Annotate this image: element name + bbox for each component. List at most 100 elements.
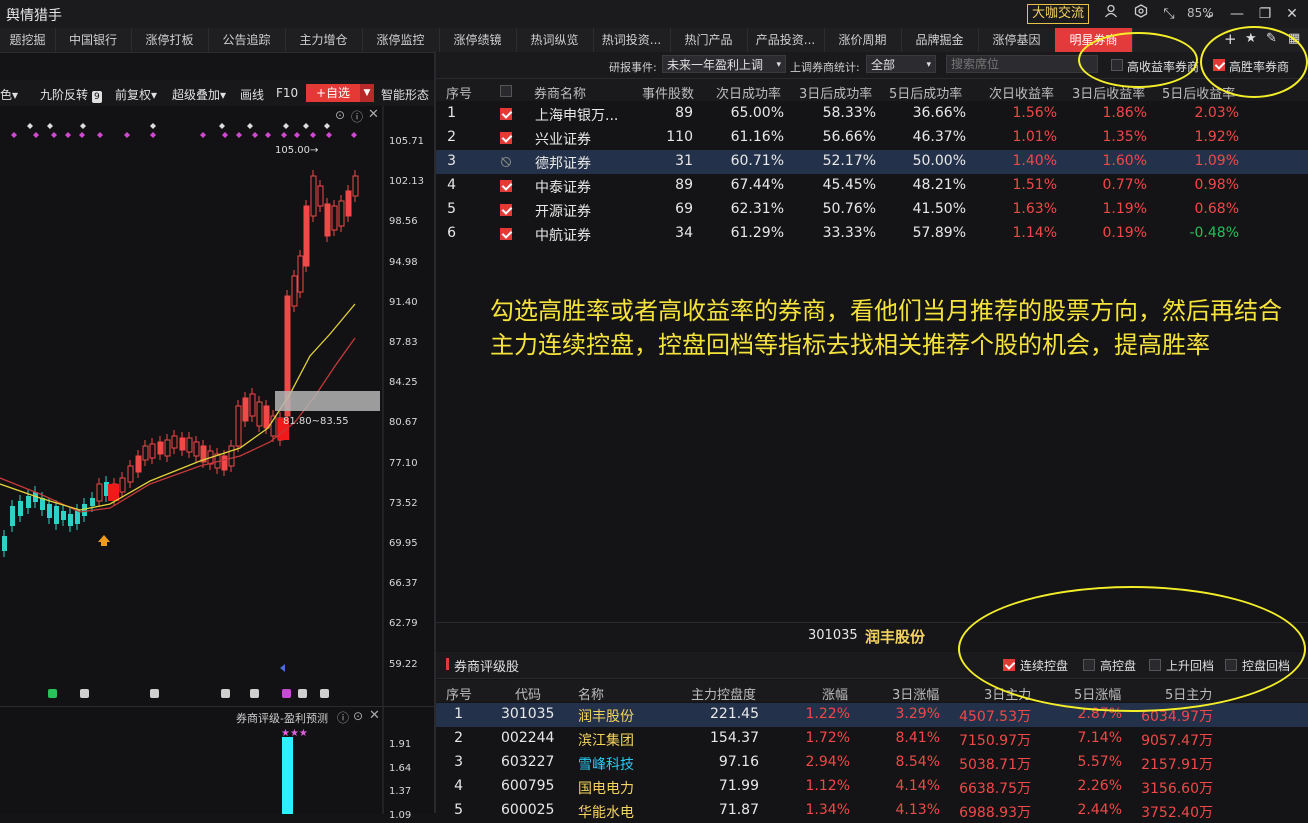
broker-row-checkbox[interactable]	[500, 204, 512, 216]
broker-row-checkbox[interactable]	[500, 156, 512, 168]
event-marker-icon[interactable]	[282, 689, 291, 698]
close-icon[interactable]: ✕	[1282, 4, 1302, 24]
nine-reversal-button[interactable]: 九阶反转 9	[40, 86, 102, 103]
overlay-menu-label: 超级叠加	[172, 88, 221, 102]
candle	[61, 511, 66, 520]
f10-button[interactable]: F10	[276, 86, 298, 100]
event-marker-icon[interactable]	[80, 689, 89, 698]
broker-cell-r5: -0.48%	[1189, 225, 1239, 241]
stock-col-4[interactable]: 涨幅	[822, 684, 848, 703]
shrink-icon[interactable]: ⤡	[1159, 4, 1179, 24]
broker-col-3[interactable]: 事件股数	[642, 83, 694, 102]
candle	[249, 393, 256, 417]
tab-7[interactable]: 热词纵览	[516, 28, 594, 52]
signal-dot	[51, 132, 57, 138]
chart-close-icon[interactable]: ✕	[368, 107, 379, 122]
user-icon[interactable]	[1101, 4, 1121, 24]
candle	[10, 506, 15, 526]
settings-icon[interactable]	[1131, 4, 1151, 24]
candle	[263, 405, 270, 429]
broker-col-2[interactable]: 券商名称	[534, 83, 586, 102]
candle	[47, 504, 52, 518]
shield-icon: 9	[91, 91, 102, 103]
broker-cell-count: 89	[675, 177, 693, 193]
event-marker-icon[interactable]	[320, 689, 329, 698]
smart-pattern-button[interactable]: 智能形态	[381, 86, 429, 103]
draw-line-button[interactable]: 画线	[240, 86, 264, 103]
broker-cell-r1: 1.63%	[1012, 201, 1057, 217]
tab-2[interactable]: 涨停打板	[131, 28, 209, 52]
stock-cell-chg3: 8.54%	[895, 754, 940, 770]
price-tick: 102.13	[389, 176, 424, 188]
broker-col-6[interactable]: 5日后成功率	[889, 83, 962, 102]
restore-icon[interactable]: ❐	[1255, 4, 1275, 24]
stock-col-5[interactable]: 3日涨幅	[892, 684, 939, 703]
tab-12[interactable]: 品牌掘金	[901, 28, 979, 52]
tab-11[interactable]: 涨价周期	[824, 28, 902, 52]
select-all-checkbox[interactable]	[500, 85, 512, 97]
event-marker-icon[interactable]	[298, 689, 307, 698]
broker-col-4[interactable]: 次日成功率	[716, 83, 781, 102]
adjust-menu[interactable]: 前复权▾	[115, 86, 157, 103]
broker-cell-r3: 0.19%	[1102, 225, 1147, 241]
overlay-menu[interactable]: 超级叠加▾	[172, 86, 226, 103]
signal-dot	[265, 132, 271, 138]
stock-cell-chg3: 3.29%	[895, 706, 940, 722]
candle	[2, 536, 7, 551]
add-favorite-button[interactable]: +自选	[306, 84, 360, 102]
signal-dot	[281, 132, 287, 138]
signal-dot	[200, 132, 206, 138]
signal-dot	[324, 123, 330, 129]
tab-4[interactable]: 主力增仓	[285, 28, 363, 52]
stock-col-3[interactable]: 主力控盘度	[691, 684, 756, 703]
event-marker-icon[interactable]	[221, 689, 230, 698]
candle	[303, 205, 310, 267]
chevron-down-icon[interactable]: ⌄	[1199, 4, 1219, 24]
seat-search-input[interactable]	[946, 55, 1098, 73]
broker-col-5[interactable]: 3日后成功率	[799, 83, 872, 102]
rated-stock-title: 券商评级股	[454, 660, 520, 675]
broker-cell-r1: 1.01%	[1012, 129, 1057, 145]
add-favorite-dropdown[interactable]: ▼	[360, 84, 374, 102]
broker-row-checkbox[interactable]	[500, 108, 512, 120]
stock-cell-chg: 1.22%	[805, 706, 850, 722]
price-chart[interactable]: ⊙ ⓘ ✕ 105.00→ 81.80~83.55 105.71 102.13 98…	[0, 106, 434, 706]
stock-col-0[interactable]: 序号	[446, 684, 472, 703]
candle	[119, 477, 126, 493]
stock-col-1[interactable]: 代码	[515, 684, 541, 703]
broker-select[interactable]: 全部 ▾	[866, 55, 936, 73]
broker-row-checkbox[interactable]	[500, 180, 512, 192]
tab-6[interactable]: 涨停绩镜	[439, 28, 517, 52]
vip-exchange-button[interactable]: 大咖交流	[1027, 4, 1090, 24]
tab-3[interactable]: 公告追踪	[208, 28, 286, 52]
broker-col-0[interactable]: 序号	[446, 83, 472, 102]
tab-10[interactable]: 产品投资...	[747, 28, 825, 52]
broker-row-checkbox[interactable]	[500, 228, 512, 240]
tab-13[interactable]: 涨停基因	[978, 28, 1056, 52]
color-menu[interactable]: 色▾	[0, 86, 18, 103]
minimize-icon[interactable]: —	[1227, 4, 1247, 24]
candle	[235, 405, 242, 447]
chart-help-icon[interactable]: ⓘ	[351, 108, 363, 125]
chart-target-icon[interactable]: ⊙	[335, 108, 345, 122]
candle	[142, 445, 149, 461]
tab-9[interactable]: 热门产品	[670, 28, 748, 52]
tab-0[interactable]: 题挖掘	[0, 28, 56, 52]
broker-row-checkbox[interactable]	[500, 132, 512, 144]
tab-1[interactable]: 中国银行	[55, 28, 132, 52]
broker-cell-no: 3	[447, 153, 456, 169]
candle	[345, 190, 352, 217]
stock-cell-chg: 1.72%	[805, 730, 850, 746]
stock-cell-main5: 2157.91万	[1141, 757, 1213, 773]
event-marker-icon[interactable]	[150, 689, 159, 698]
tab-5[interactable]: 涨停监控	[362, 28, 440, 52]
event-marker-icon[interactable]	[48, 689, 57, 698]
tab-8[interactable]: 热词投资...	[593, 28, 671, 52]
sub-indicator-chart[interactable]: 券商评级-盈利预测 ⓘ ⊙ ✕ ★★★ 1.91 1.64 1.37 1.09	[0, 706, 434, 821]
event-marker-icon[interactable]	[250, 689, 259, 698]
broker-cell-name: 开源证券	[535, 204, 591, 220]
event-select[interactable]: 未来一年盈利上调 ▾	[662, 55, 786, 73]
stock-col-2[interactable]: 名称	[578, 684, 604, 703]
candle	[54, 506, 59, 524]
broker-col-7[interactable]: 次日收益率	[989, 83, 1054, 102]
